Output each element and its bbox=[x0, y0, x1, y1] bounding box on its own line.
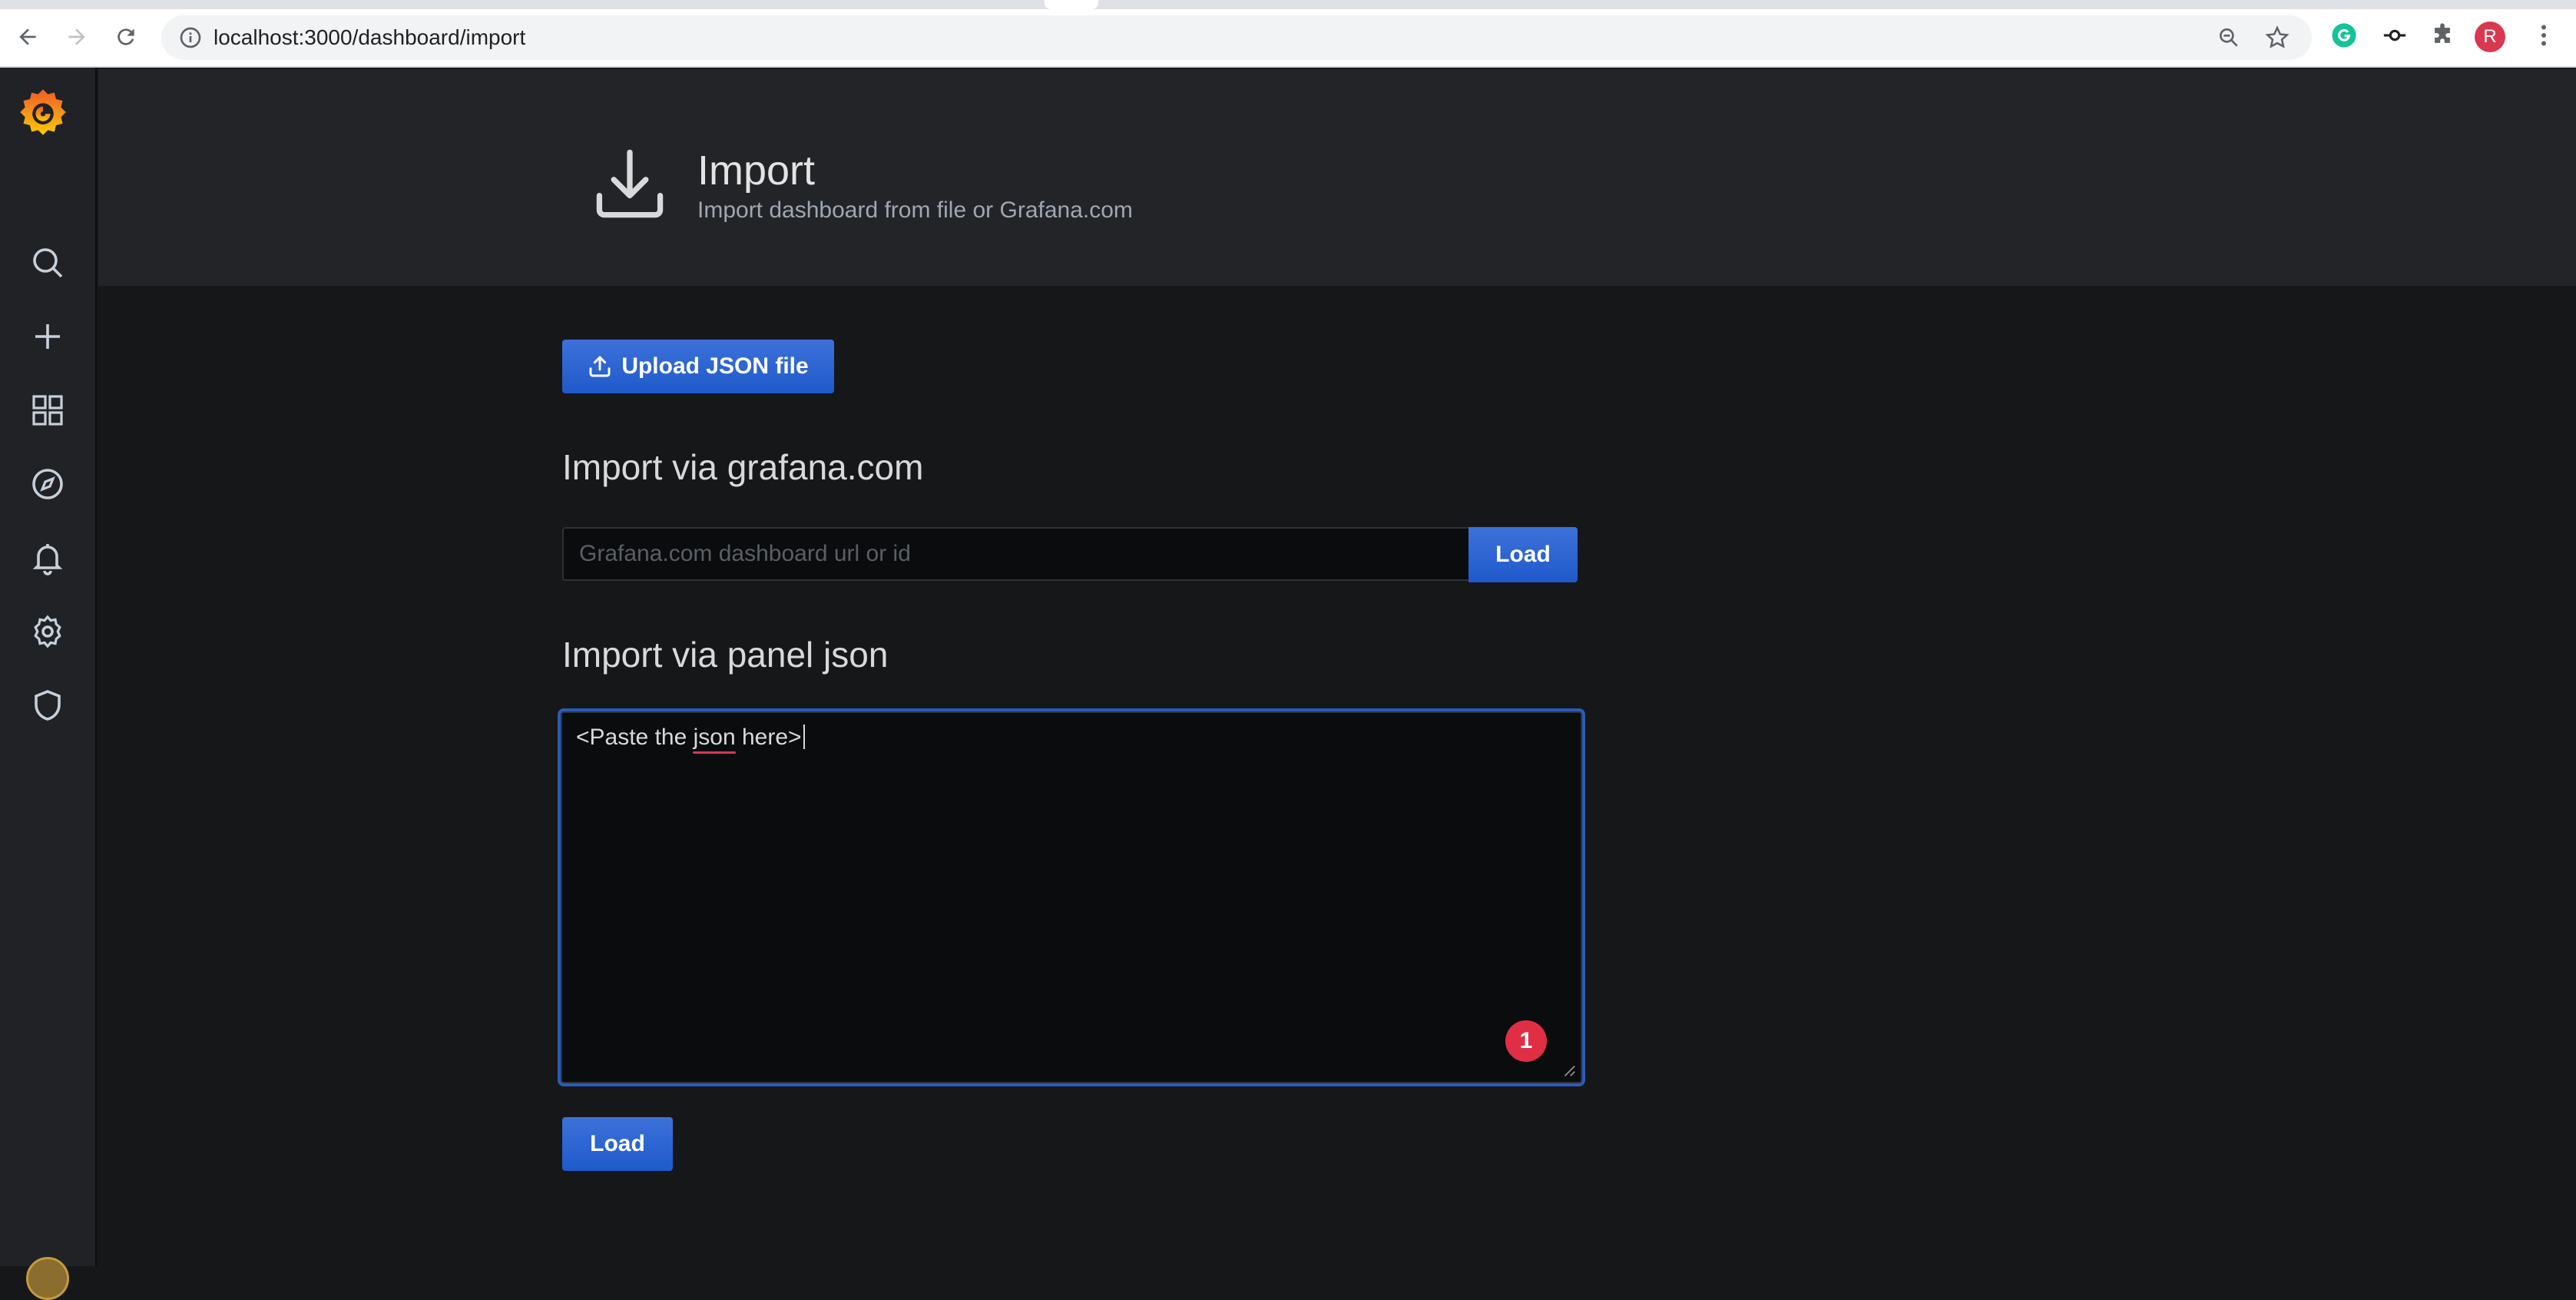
info-icon[interactable] bbox=[178, 25, 203, 50]
upload-icon bbox=[589, 356, 611, 377]
reload-icon bbox=[118, 28, 134, 45]
sidebar-item-dashboards[interactable] bbox=[23, 386, 72, 435]
dashboards-icon bbox=[32, 395, 63, 426]
reload-button[interactable] bbox=[109, 20, 143, 54]
back-button[interactable] bbox=[11, 20, 45, 54]
back-icon bbox=[19, 28, 36, 45]
sidebar-item-server-admin[interactable] bbox=[23, 681, 72, 730]
panel-json-textarea[interactable]: <Paste the json here> bbox=[561, 711, 1582, 1083]
user-avatar[interactable] bbox=[26, 1257, 69, 1300]
page-subtitle: Import dashboard from file or Grafana.co… bbox=[697, 197, 1133, 223]
star-icon[interactable] bbox=[2264, 25, 2290, 51]
avatar-initial: R bbox=[2483, 26, 2497, 47]
grammarly-icon[interactable] bbox=[2330, 22, 2358, 49]
sidebar-item-configuration[interactable] bbox=[23, 607, 72, 656]
upload-json-label: Upload JSON file bbox=[621, 353, 809, 379]
forward-button[interactable] bbox=[60, 20, 94, 54]
panel-json-load-button[interactable]: Load bbox=[562, 1117, 673, 1171]
grafana-com-section-title: Import via grafana.com bbox=[562, 447, 924, 487]
profile-avatar[interactable]: R bbox=[2475, 22, 2505, 52]
badge-count: 1 bbox=[1519, 1028, 1533, 1053]
grafana-com-load-label: Load bbox=[1495, 542, 1551, 567]
active-tab[interactable] bbox=[1045, 0, 1098, 9]
address-bar[interactable]: localhost:3000/dashboard/import bbox=[161, 15, 2312, 60]
spellcheck-underline bbox=[693, 751, 736, 754]
sidebar bbox=[0, 68, 97, 1300]
kebab-menu-icon[interactable] bbox=[2530, 22, 2558, 49]
import-page-content: Upload JSON file Import via grafana.com … bbox=[98, 286, 2576, 1266]
browser-toolbar: localhost:3000/dashboard/import R bbox=[0, 0, 2576, 68]
forward-icon bbox=[68, 28, 85, 45]
sidebar-item-explore[interactable] bbox=[23, 459, 72, 509]
panel-json-value-wrap: <Paste the json here> bbox=[576, 724, 805, 754]
page-header: Import Import dashboard from file or Gra… bbox=[98, 69, 2576, 286]
explore-icon bbox=[32, 469, 63, 499]
grafana-com-load-button[interactable]: Load bbox=[1468, 527, 1578, 582]
grafana-com-url-input[interactable] bbox=[562, 527, 1470, 581]
upload-json-button[interactable]: Upload JSON file bbox=[562, 340, 834, 393]
tab-strip bbox=[0, 0, 2576, 9]
sidebar-item-alerting[interactable] bbox=[23, 533, 72, 582]
panel-json-section-title: Import via panel json bbox=[562, 635, 889, 675]
grafana-logo-icon[interactable] bbox=[17, 85, 69, 140]
text-caret bbox=[803, 725, 805, 749]
sidebar-item-search[interactable] bbox=[23, 238, 72, 287]
resize-handle-icon[interactable] bbox=[1562, 1063, 1576, 1077]
plus-icon bbox=[35, 324, 60, 349]
puzzle-icon[interactable] bbox=[2429, 22, 2456, 49]
url-text: localhost:3000/dashboard/import bbox=[214, 25, 526, 49]
grammarly-badge[interactable]: 1 bbox=[1505, 1020, 1547, 1062]
download-icon bbox=[596, 149, 664, 218]
sidebar-item-create[interactable] bbox=[23, 312, 72, 361]
shield-icon bbox=[35, 690, 61, 721]
page-title: Import bbox=[697, 148, 816, 194]
alerting-icon bbox=[32, 544, 63, 575]
zoom-icon[interactable] bbox=[2217, 25, 2241, 50]
panel-json-value: <Paste the json here> bbox=[576, 725, 802, 750]
search-icon bbox=[33, 248, 63, 278]
settings-icon bbox=[34, 615, 61, 648]
panel-json-load-label: Load bbox=[590, 1131, 645, 1156]
extension-key-icon[interactable] bbox=[2381, 22, 2409, 49]
